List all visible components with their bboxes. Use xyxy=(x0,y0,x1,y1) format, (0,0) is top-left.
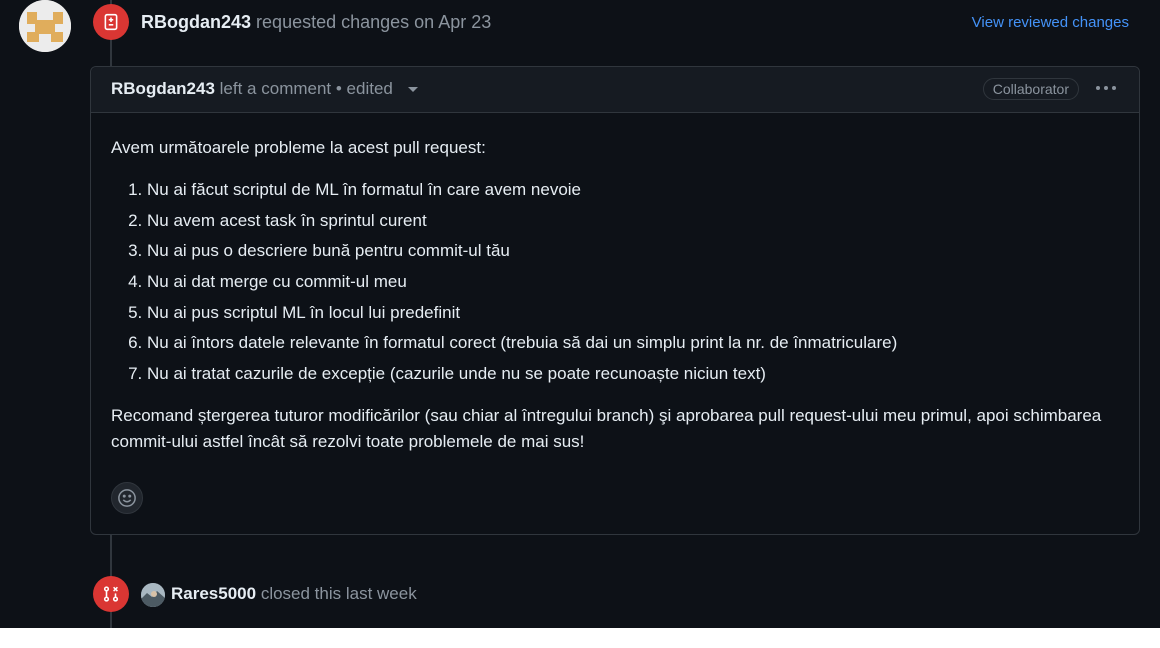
closed-event: Rares5000 closed this last week xyxy=(171,584,417,604)
git-pull-request-closed-icon xyxy=(93,576,129,612)
comment-author[interactable]: RBogdan243 xyxy=(111,79,215,98)
event-username[interactable]: Rares5000 xyxy=(171,584,256,603)
comment-header: RBogdan243 left a comment • edited Colla… xyxy=(91,67,1139,113)
list-item: Nu ai pus o descriere bună pentru commit… xyxy=(147,240,1119,262)
kebab-horizontal-icon[interactable] xyxy=(1095,78,1117,102)
timeline: RBogdan243 requested changes on Apr 23 V… xyxy=(0,0,1160,628)
comment-meta: left a comment • edited xyxy=(219,79,393,98)
reviewer-username[interactable]: RBogdan243 xyxy=(141,12,251,32)
list-item: Nu ai pus scriptul ML în locul lui prede… xyxy=(147,302,1119,324)
comment-body: Avem următoarele probleme la acest pull … xyxy=(91,113,1139,455)
list-item: Nu ai dat merge cu commit-ul meu xyxy=(147,271,1119,293)
problem-list: Nu ai făcut scriptul de ML în formatul î… xyxy=(111,179,1119,385)
review-action: requested changes on Apr 23 xyxy=(256,12,492,32)
closer-avatar[interactable] xyxy=(141,583,165,607)
view-reviewed-changes-link[interactable]: View reviewed changes xyxy=(972,14,1129,31)
smiley-icon xyxy=(118,489,136,507)
reviewer-avatar[interactable] xyxy=(19,0,71,52)
file-diff-icon xyxy=(93,4,129,40)
event-action: closed this last week xyxy=(260,584,417,603)
review-comment: RBogdan243 left a comment • edited Colla… xyxy=(90,66,1140,535)
role-badge: Collaborator xyxy=(982,78,1079,100)
add-reaction-button[interactable] xyxy=(111,482,143,514)
review-header: RBogdan243 requested changes on Apr 23 xyxy=(141,12,491,33)
list-item: Nu ai întors datele relevante în formatu… xyxy=(147,332,1119,354)
list-item: Nu ai făcut scriptul de ML în formatul î… xyxy=(147,179,1119,201)
comment-outro: Recomand ștergerea tuturor modificărilor… xyxy=(111,406,1102,452)
list-item: Nu ai tratat cazurile de excepție (cazur… xyxy=(147,363,1119,385)
comment-intro: Avem următoarele probleme la acest pull … xyxy=(111,138,486,157)
edit-history-chevron-down-icon[interactable] xyxy=(407,87,418,93)
list-item: Nu avem acest task în sprintul curent xyxy=(147,210,1119,232)
